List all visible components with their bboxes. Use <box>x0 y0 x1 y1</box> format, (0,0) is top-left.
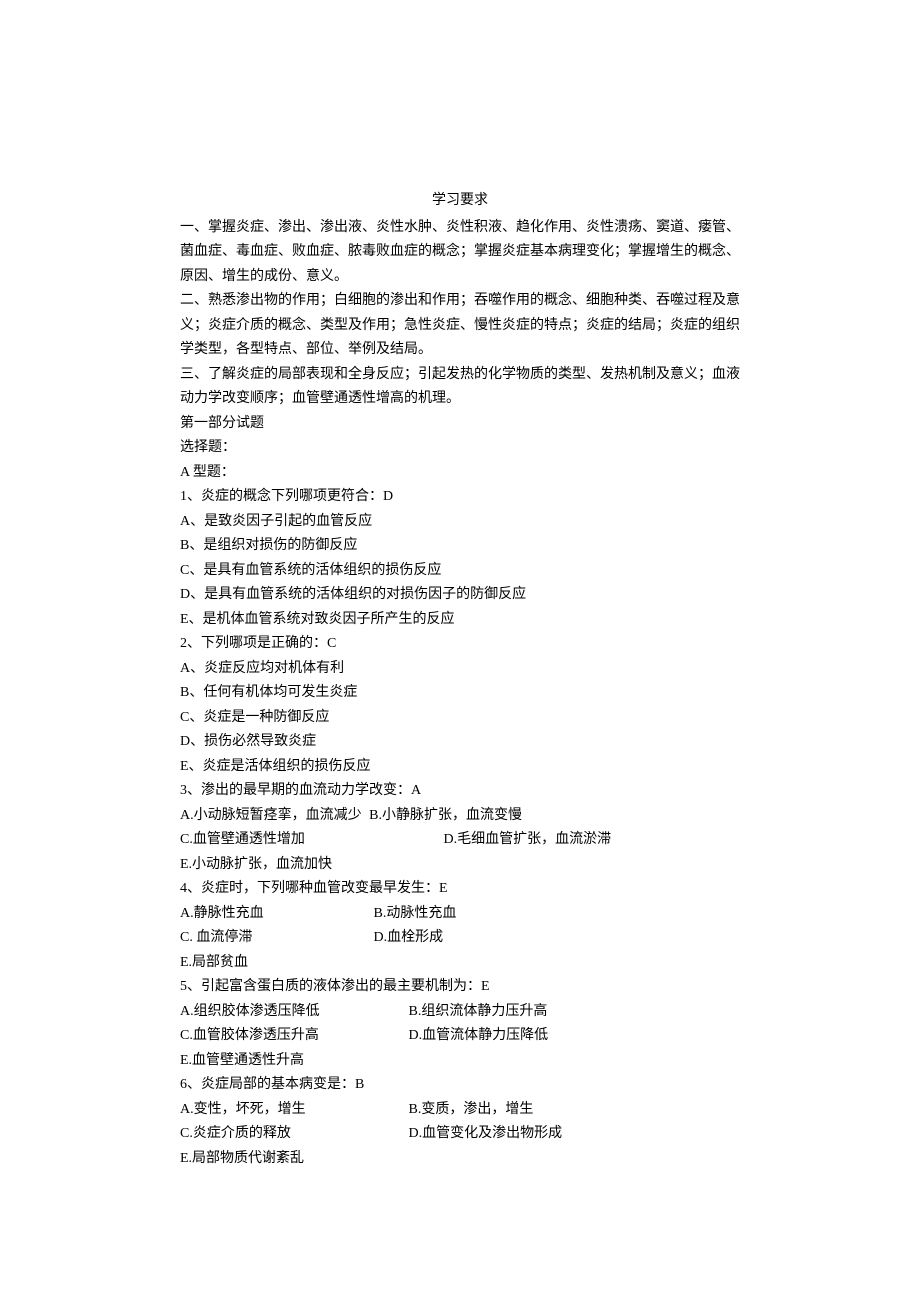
requirement-1: 一、掌握炎症、渗出、渗出液、炎性水肿、炎性积液、趋化作用、炎性溃疡、窦道、瘘管、… <box>180 216 740 290</box>
q3-line1: A.小动脉短暂痉挛，血流减少 B.小静脉扩张，血流变慢 <box>180 804 740 829</box>
q5-line1: A.组织胶体渗透压降低 B.组织流体静力压升高 <box>180 1000 740 1025</box>
q5-opt-c: C.血管胶体渗透压升高 <box>180 1024 405 1049</box>
q1-stem: 1、炎症的概念下列哪项更符合：D <box>180 485 740 510</box>
q3-opt-b: B.小静脉扩张，血流变慢 <box>369 804 522 829</box>
q5-line2: C.血管胶体渗透压升高 D.血管流体静力压降低 <box>180 1024 740 1049</box>
q6-opt-c: C.炎症介质的释放 <box>180 1122 405 1147</box>
q2-opt-d: D、损伤必然导致炎症 <box>180 730 740 755</box>
q1-opt-c: C、是具有血管系统的活体组织的损伤反应 <box>180 559 740 584</box>
section-1-heading: 第一部分试题 <box>180 412 740 437</box>
q3-opt-c: C.血管壁通透性增加 <box>180 828 440 853</box>
q1-opt-d: D、是具有血管系统的活体组织的对损伤因子的防御反应 <box>180 583 740 608</box>
a-type-label: A 型题： <box>180 461 740 486</box>
q5-opt-e: E.血管壁通透性升高 <box>180 1049 740 1074</box>
q3-line2: C.血管壁通透性增加 D.毛细血管扩张，血流淤滞 <box>180 828 740 853</box>
q6-opt-e: E.局部物质代谢紊乱 <box>180 1147 740 1172</box>
q2-stem: 2、下列哪项是正确的：C <box>180 632 740 657</box>
q4-stem: 4、炎症时，下列哪种血管改变最早发生：E <box>180 877 740 902</box>
q1-opt-e: E、是机体血管系统对致炎因子所产生的反应 <box>180 608 740 633</box>
q3-opt-a: A.小动脉短暂痉挛，血流减少 <box>180 804 362 829</box>
q1-opt-b: B、是组织对损伤的防御反应 <box>180 534 740 559</box>
q3-stem: 3、渗出的最早期的血流动力学改变：A <box>180 779 740 804</box>
q2-opt-c: C、炎症是一种防御反应 <box>180 706 740 731</box>
q5-opt-d: D.血管流体静力压降低 <box>409 1024 549 1049</box>
q4-opt-a: A.静脉性充血 <box>180 902 370 927</box>
q4-opt-c: C. 血流停滞 <box>180 926 370 951</box>
q4-line2: C. 血流停滞 D.血栓形成 <box>180 926 740 951</box>
q4-line1: A.静脉性充血 B.动脉性充血 <box>180 902 740 927</box>
q4-opt-e: E.局部贫血 <box>180 951 740 976</box>
q3-opt-d: D.毛细血管扩张，血流淤滞 <box>444 828 612 853</box>
q4-opt-b: B.动脉性充血 <box>374 902 457 927</box>
q6-opt-d: D.血管变化及渗出物形成 <box>409 1122 563 1147</box>
requirement-3: 三、了解炎症的局部表现和全身反应；引起发热的化学物质的类型、发热机制及意义；血液… <box>180 363 740 412</box>
q2-opt-b: B、任何有机体均可发生炎症 <box>180 681 740 706</box>
q2-opt-a: A、炎症反应均对机体有利 <box>180 657 740 682</box>
q1-opt-a: A、是致炎因子引起的血管反应 <box>180 510 740 535</box>
q6-stem: 6、炎症局部的基本病变是：B <box>180 1073 740 1098</box>
q5-stem: 5、引起富含蛋白质的液体渗出的最主要机制为：E <box>180 975 740 1000</box>
q5-opt-a: A.组织胶体渗透压降低 <box>180 1000 405 1025</box>
q6-line1: A.变性，坏死，增生 B.变质，渗出，增生 <box>180 1098 740 1123</box>
requirement-2: 二、熟悉渗出物的作用；白细胞的渗出和作用；吞噬作用的概念、细胞种类、吞噬过程及意… <box>180 289 740 363</box>
q3-opt-e: E.小动脉扩张，血流加快 <box>180 853 740 878</box>
q6-line2: C.炎症介质的释放 D.血管变化及渗出物形成 <box>180 1122 740 1147</box>
q6-opt-b: B.变质，渗出，增生 <box>409 1098 534 1123</box>
q6-opt-a: A.变性，坏死，增生 <box>180 1098 405 1123</box>
select-label: 选择题： <box>180 436 740 461</box>
q5-opt-b: B.组织流体静力压升高 <box>409 1000 548 1025</box>
q4-opt-d: D.血栓形成 <box>374 926 444 951</box>
q2-opt-e: E、炎症是活体组织的损伤反应 <box>180 755 740 780</box>
page-title: 学习要求 <box>180 189 740 214</box>
document-page: 学习要求 一、掌握炎症、渗出、渗出液、炎性水肿、炎性积液、趋化作用、炎性溃疡、窦… <box>180 175 740 1171</box>
